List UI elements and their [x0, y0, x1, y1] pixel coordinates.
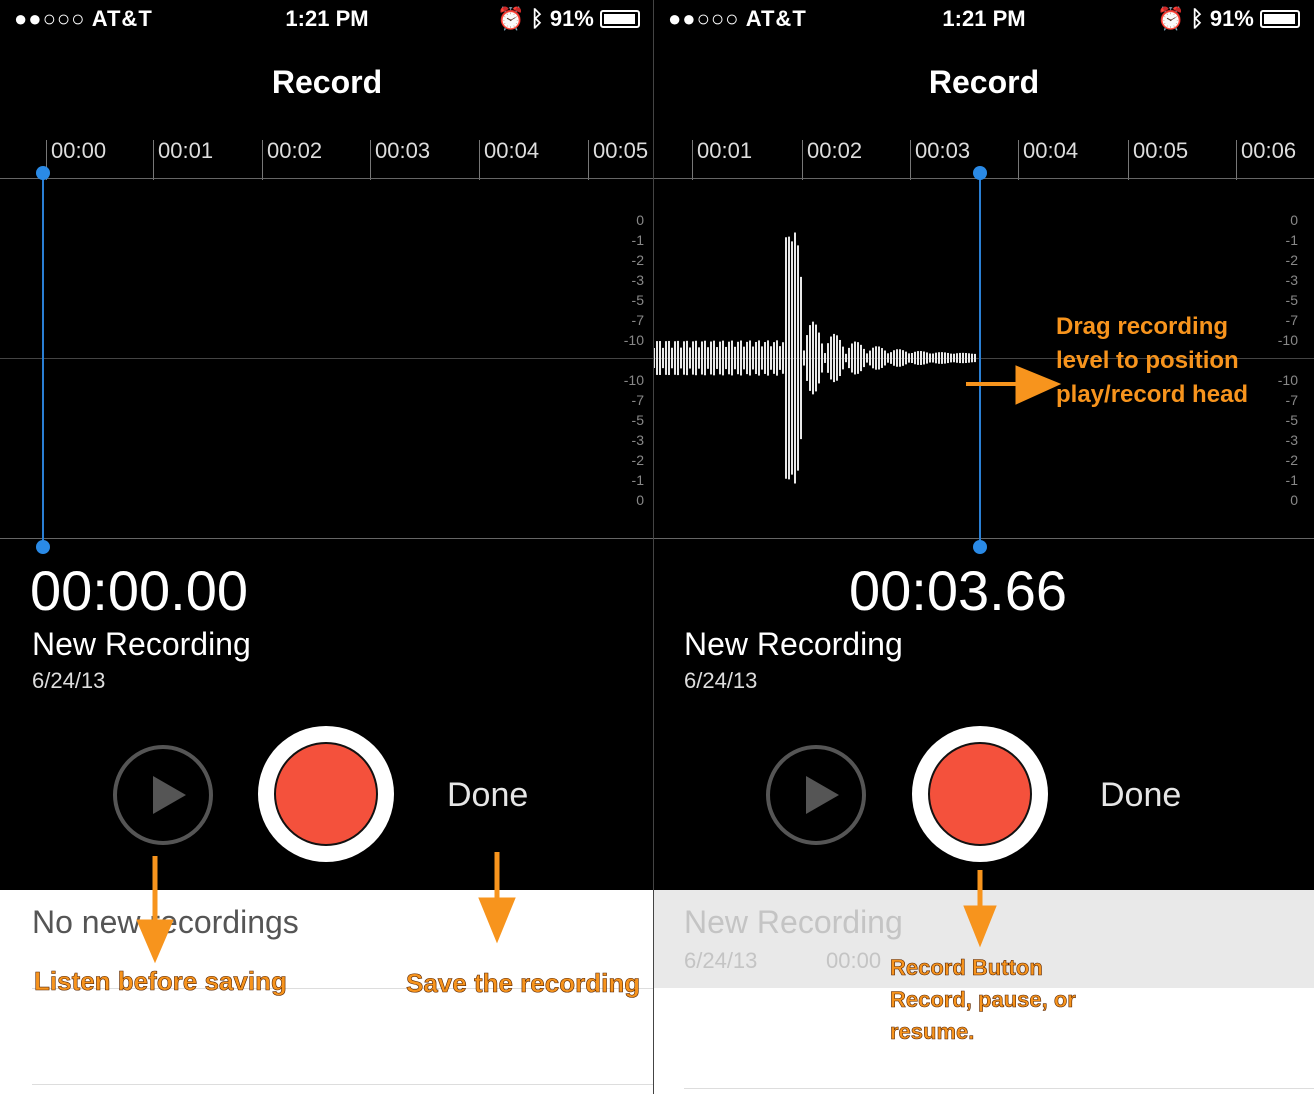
- left-screen: ●●○○○ AT&T 1:21 PM ⏰ ᛒ 91% Record 00:00 …: [0, 0, 654, 1094]
- annotation-arrows: [963, 365, 1062, 948]
- annotation-line: Record Button: [890, 955, 1043, 981]
- annotation-line: Record, pause, or: [890, 987, 1076, 1013]
- arrow-icon: [963, 365, 1062, 948]
- arrow-icon: [136, 852, 516, 964]
- right-screen: ●●○○○ AT&T 1:21 PM ⏰ ᛒ 91% Record 00:01 …: [654, 0, 1314, 1094]
- screen-divider: [653, 0, 654, 1094]
- annotation-arrows: [136, 852, 516, 964]
- annotation-record: Record Button Record, pause, or resume.: [890, 952, 1076, 1048]
- annotation-listen: Listen before saving: [34, 966, 287, 997]
- annotation-save: Save the recording: [406, 968, 641, 999]
- annotation-line: resume.: [890, 1019, 975, 1045]
